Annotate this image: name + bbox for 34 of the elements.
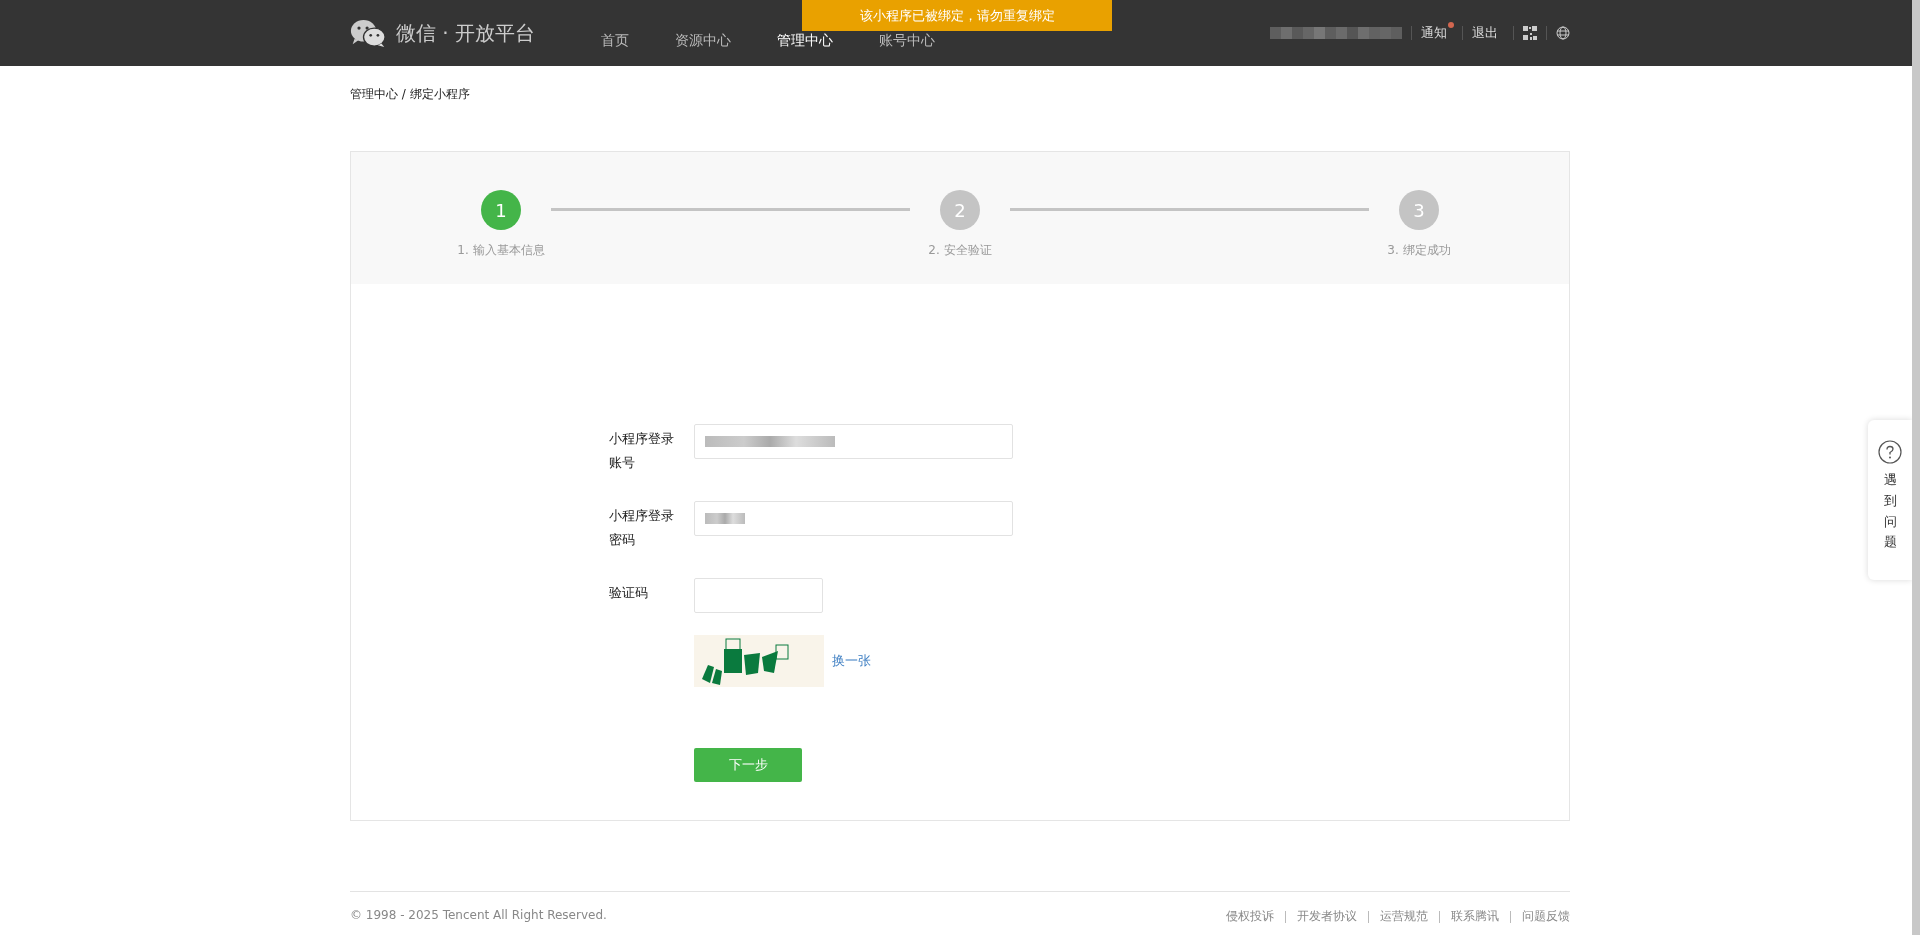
breadcrumb: 管理中心 / 绑定小程序 (350, 86, 471, 103)
warning-toast: 该小程序已被绑定，请勿重复绑定 (802, 0, 1112, 31)
refresh-captcha-link[interactable]: 换一张 (832, 652, 871, 670)
captcha-input[interactable] (694, 578, 823, 613)
nav-link[interactable]: 账号中心 (879, 32, 936, 50)
qr-code-icon[interactable] (1523, 26, 1537, 40)
help-tab[interactable]: 遇到问题 (1868, 420, 1912, 580)
header-link[interactable]: 通知 (1421, 24, 1453, 42)
step-label: 1. 输入基本信息 (457, 242, 545, 259)
input-field[interactable] (694, 424, 1013, 459)
step-number: 1 (481, 190, 521, 230)
step-label: 2. 安全验证 (928, 242, 992, 259)
copyright-text: © 1998 - 2025 Tencent All Right Reserved. (350, 908, 607, 924)
footer-link[interactable]: 开发者协议 (1297, 908, 1357, 925)
nav-link[interactable]: 管理中心 (777, 32, 834, 50)
field-label: 验证码 (609, 584, 649, 602)
globe-icon[interactable] (1556, 26, 1570, 40)
step-number: 2 (940, 190, 980, 230)
footer-link[interactable]: 侵权投诉 (1226, 908, 1274, 925)
question-icon (1878, 440, 1902, 464)
footer-link[interactable]: 联系腾讯 (1451, 908, 1499, 925)
nav-link[interactable]: 首页 (601, 32, 630, 50)
input-field[interactable] (694, 501, 1013, 536)
field-label: 小程序登录密码 (609, 507, 675, 549)
chat-bubbles-icon (350, 18, 386, 48)
header-link[interactable]: 退出 (1472, 24, 1504, 42)
step-number: 3 (1399, 190, 1439, 230)
nav-link[interactable]: 资源中心 (675, 32, 732, 50)
platform-title: 微信 · 开放平台 (396, 19, 536, 47)
footer-link[interactable]: 运营规范 (1380, 908, 1428, 925)
step-label: 3. 绑定成功 (1387, 242, 1451, 259)
footer-link[interactable]: 问题反馈 (1522, 908, 1570, 925)
scrollbar[interactable] (1912, 0, 1920, 935)
field-label: 小程序登录账号 (609, 430, 675, 472)
